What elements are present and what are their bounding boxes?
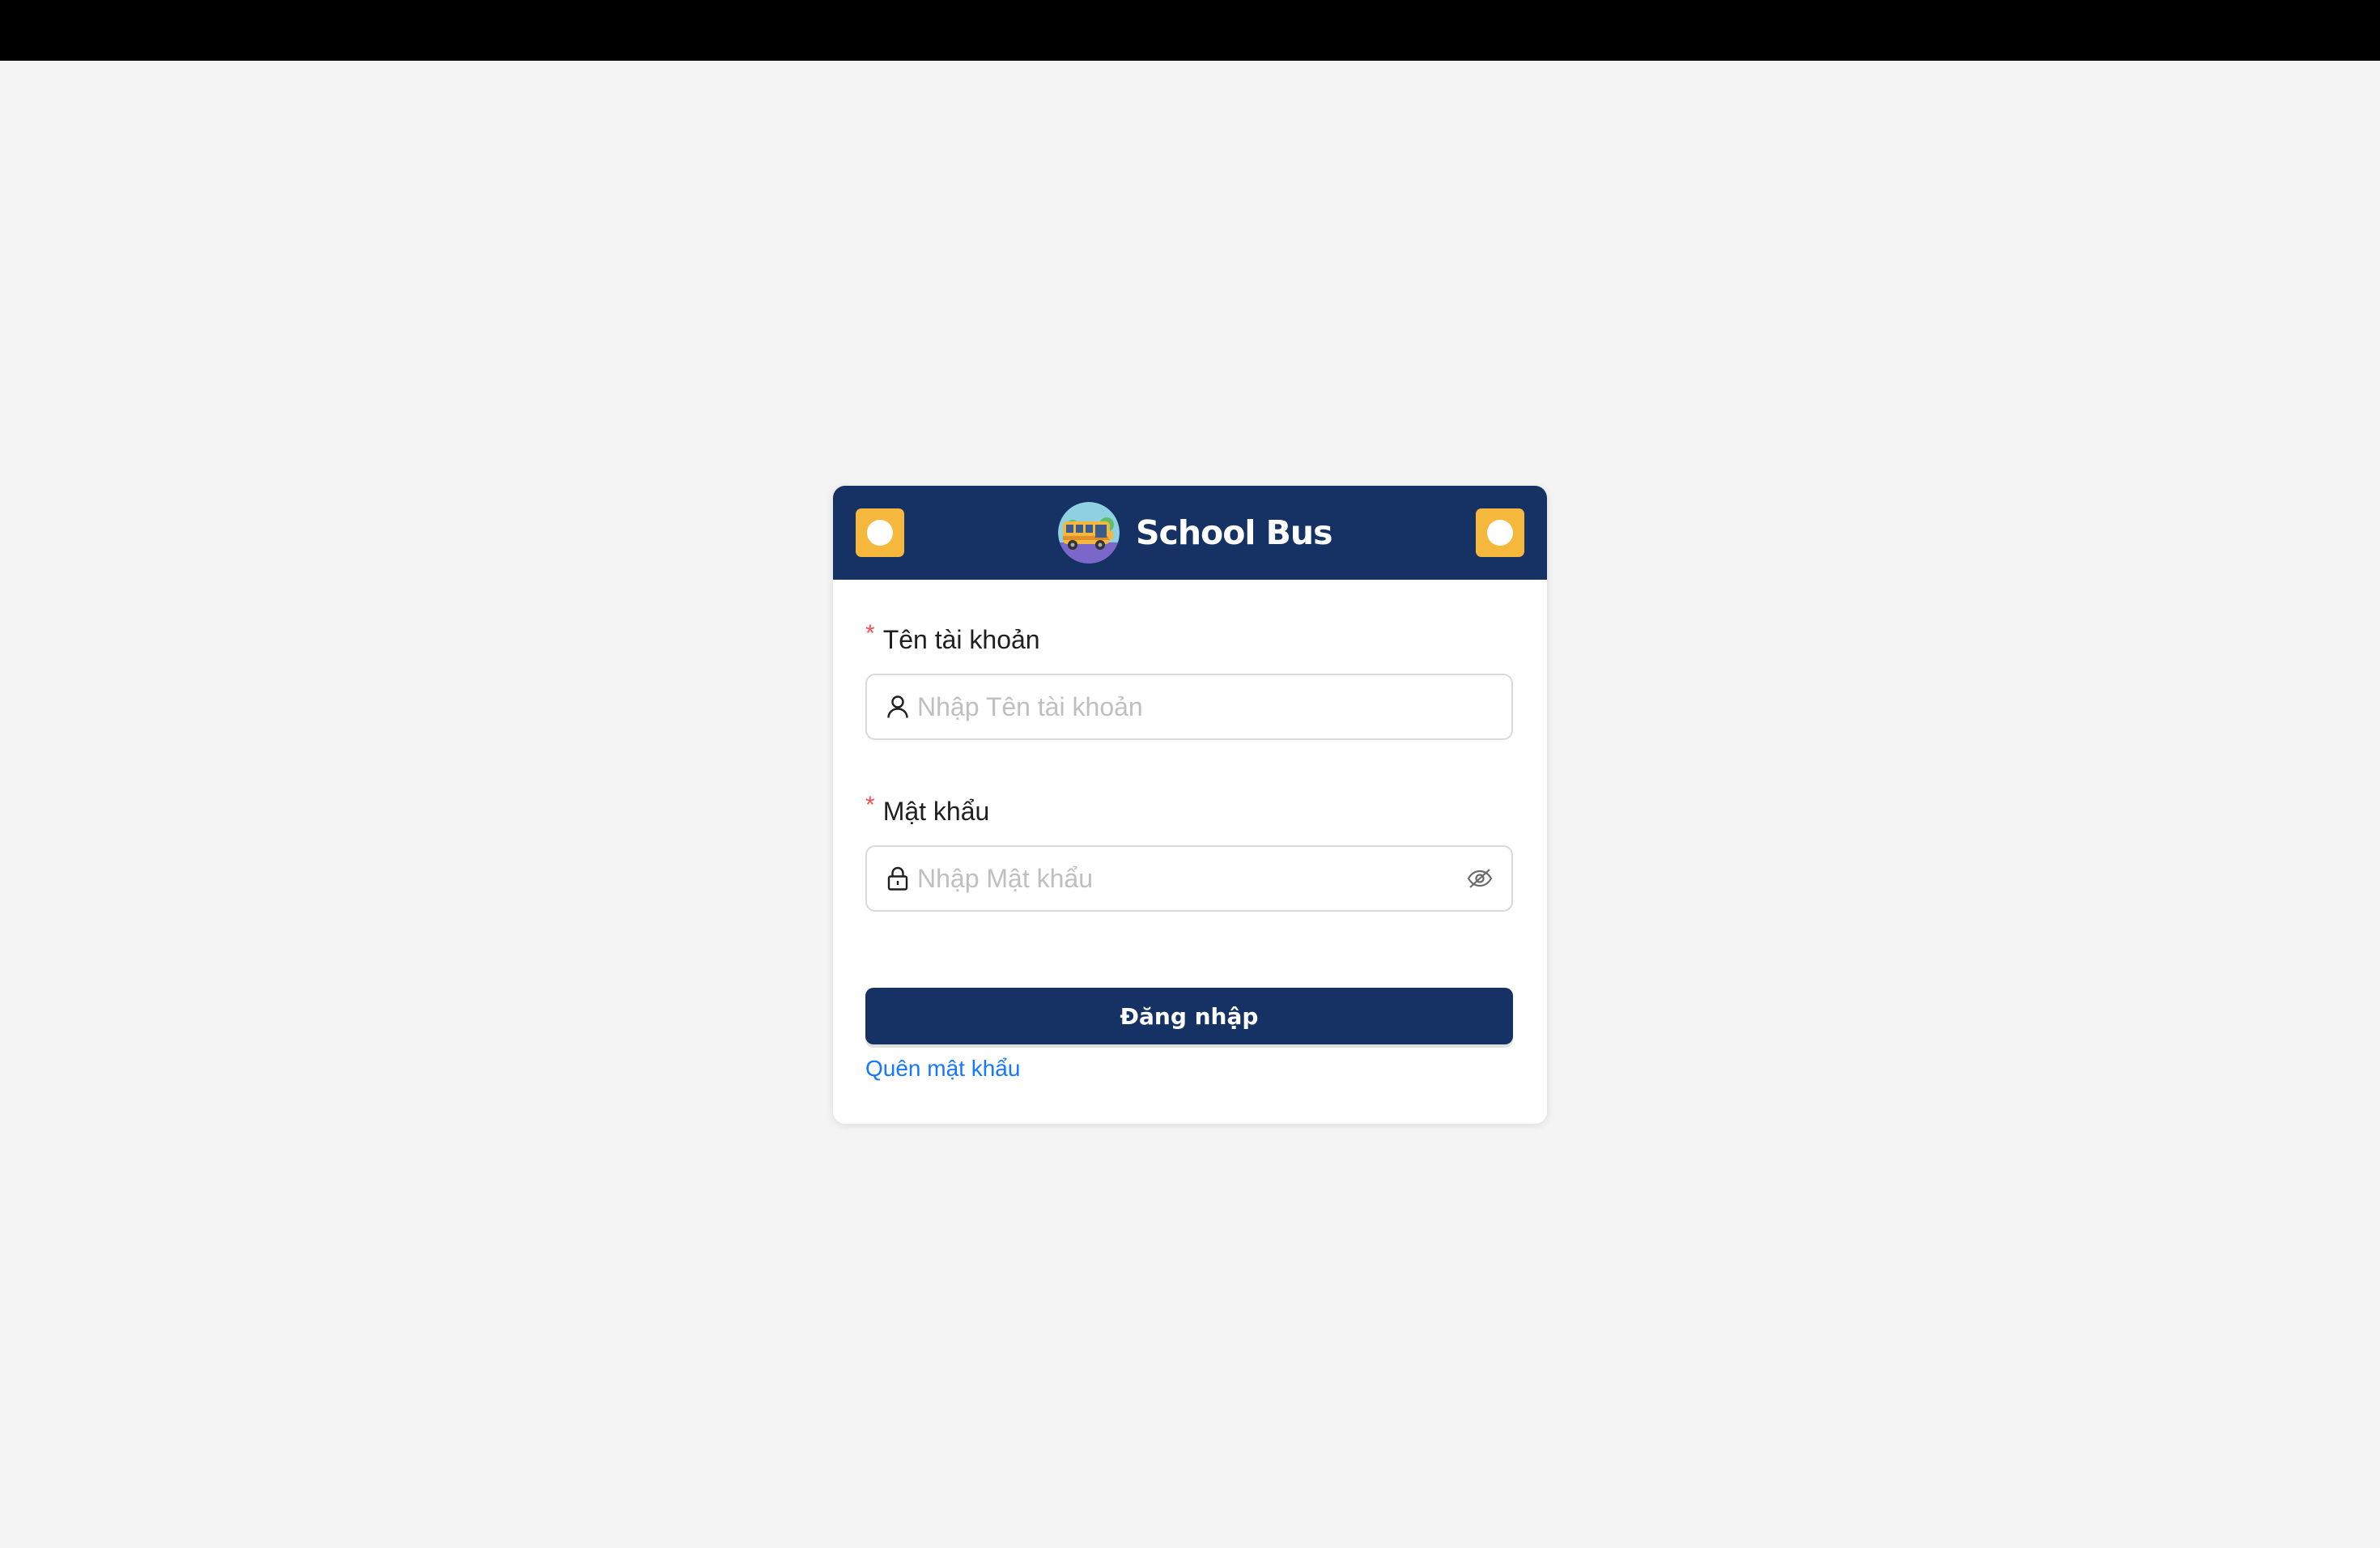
app-title: School Bus bbox=[1136, 513, 1333, 552]
required-mark: * bbox=[865, 792, 875, 819]
password-label: * Mật khẩu bbox=[865, 793, 990, 827]
login-card: School Bus * Tên tài khoản * Mật khẩu bbox=[833, 486, 1547, 1124]
login-button[interactable]: Đăng nhập bbox=[865, 988, 1513, 1044]
username-label: * Tên tài khoản bbox=[865, 620, 1040, 655]
decoration-dot bbox=[867, 520, 893, 546]
header-decoration-left bbox=[856, 508, 904, 557]
school-bus-logo-icon bbox=[1058, 502, 1120, 563]
username-field[interactable] bbox=[865, 674, 1513, 740]
password-field[interactable] bbox=[865, 845, 1513, 912]
username-input[interactable] bbox=[917, 683, 1494, 731]
top-black-bar bbox=[0, 0, 2380, 61]
password-input[interactable] bbox=[917, 854, 1466, 903]
header-decoration-right bbox=[1476, 508, 1524, 557]
user-icon bbox=[885, 694, 911, 720]
lock-icon bbox=[885, 865, 911, 891]
brand: School Bus bbox=[1058, 502, 1333, 563]
password-label-text: Mật khẩu bbox=[882, 797, 990, 826]
card-header: School Bus bbox=[833, 486, 1547, 580]
username-label-text: Tên tài khoản bbox=[882, 625, 1040, 654]
forgot-password-link[interactable]: Quên mật khẩu bbox=[865, 1056, 1020, 1082]
decoration-dot bbox=[1487, 520, 1513, 546]
eye-invisible-icon[interactable] bbox=[1466, 865, 1494, 892]
required-mark: * bbox=[865, 620, 875, 647]
